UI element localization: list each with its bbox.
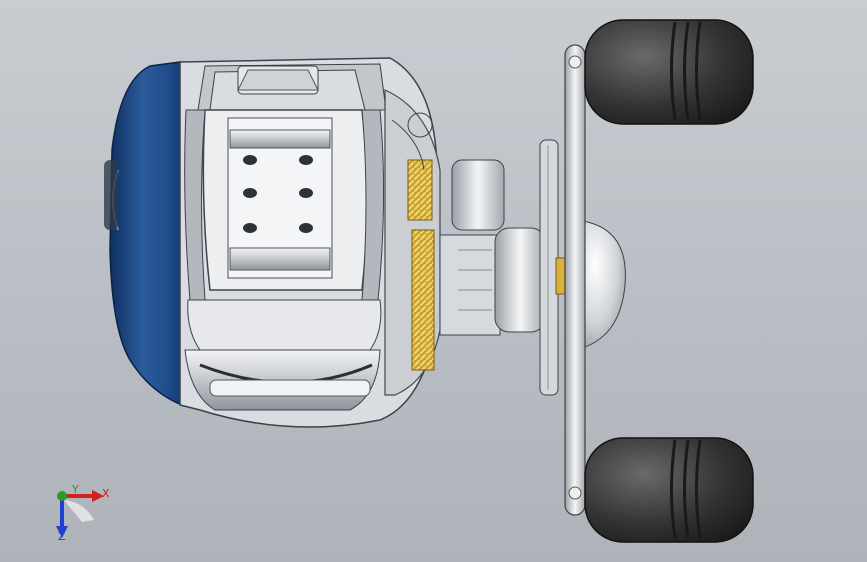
drag-and-shaft [439,159,546,336]
z-axis-label: Z [58,530,66,543]
triad-plane [64,500,94,522]
star-drag[interactable] [539,139,559,396]
y-axis-dot [57,491,67,501]
side-plate [104,61,183,407]
handle-knob-top[interactable] [584,19,754,125]
handle-arm[interactable] [564,44,586,516]
y-axis-label: Y [72,483,79,496]
model-viewport[interactable] [0,0,867,562]
handle-knob-bottom[interactable] [584,437,754,543]
x-axis-label: X [102,487,110,500]
